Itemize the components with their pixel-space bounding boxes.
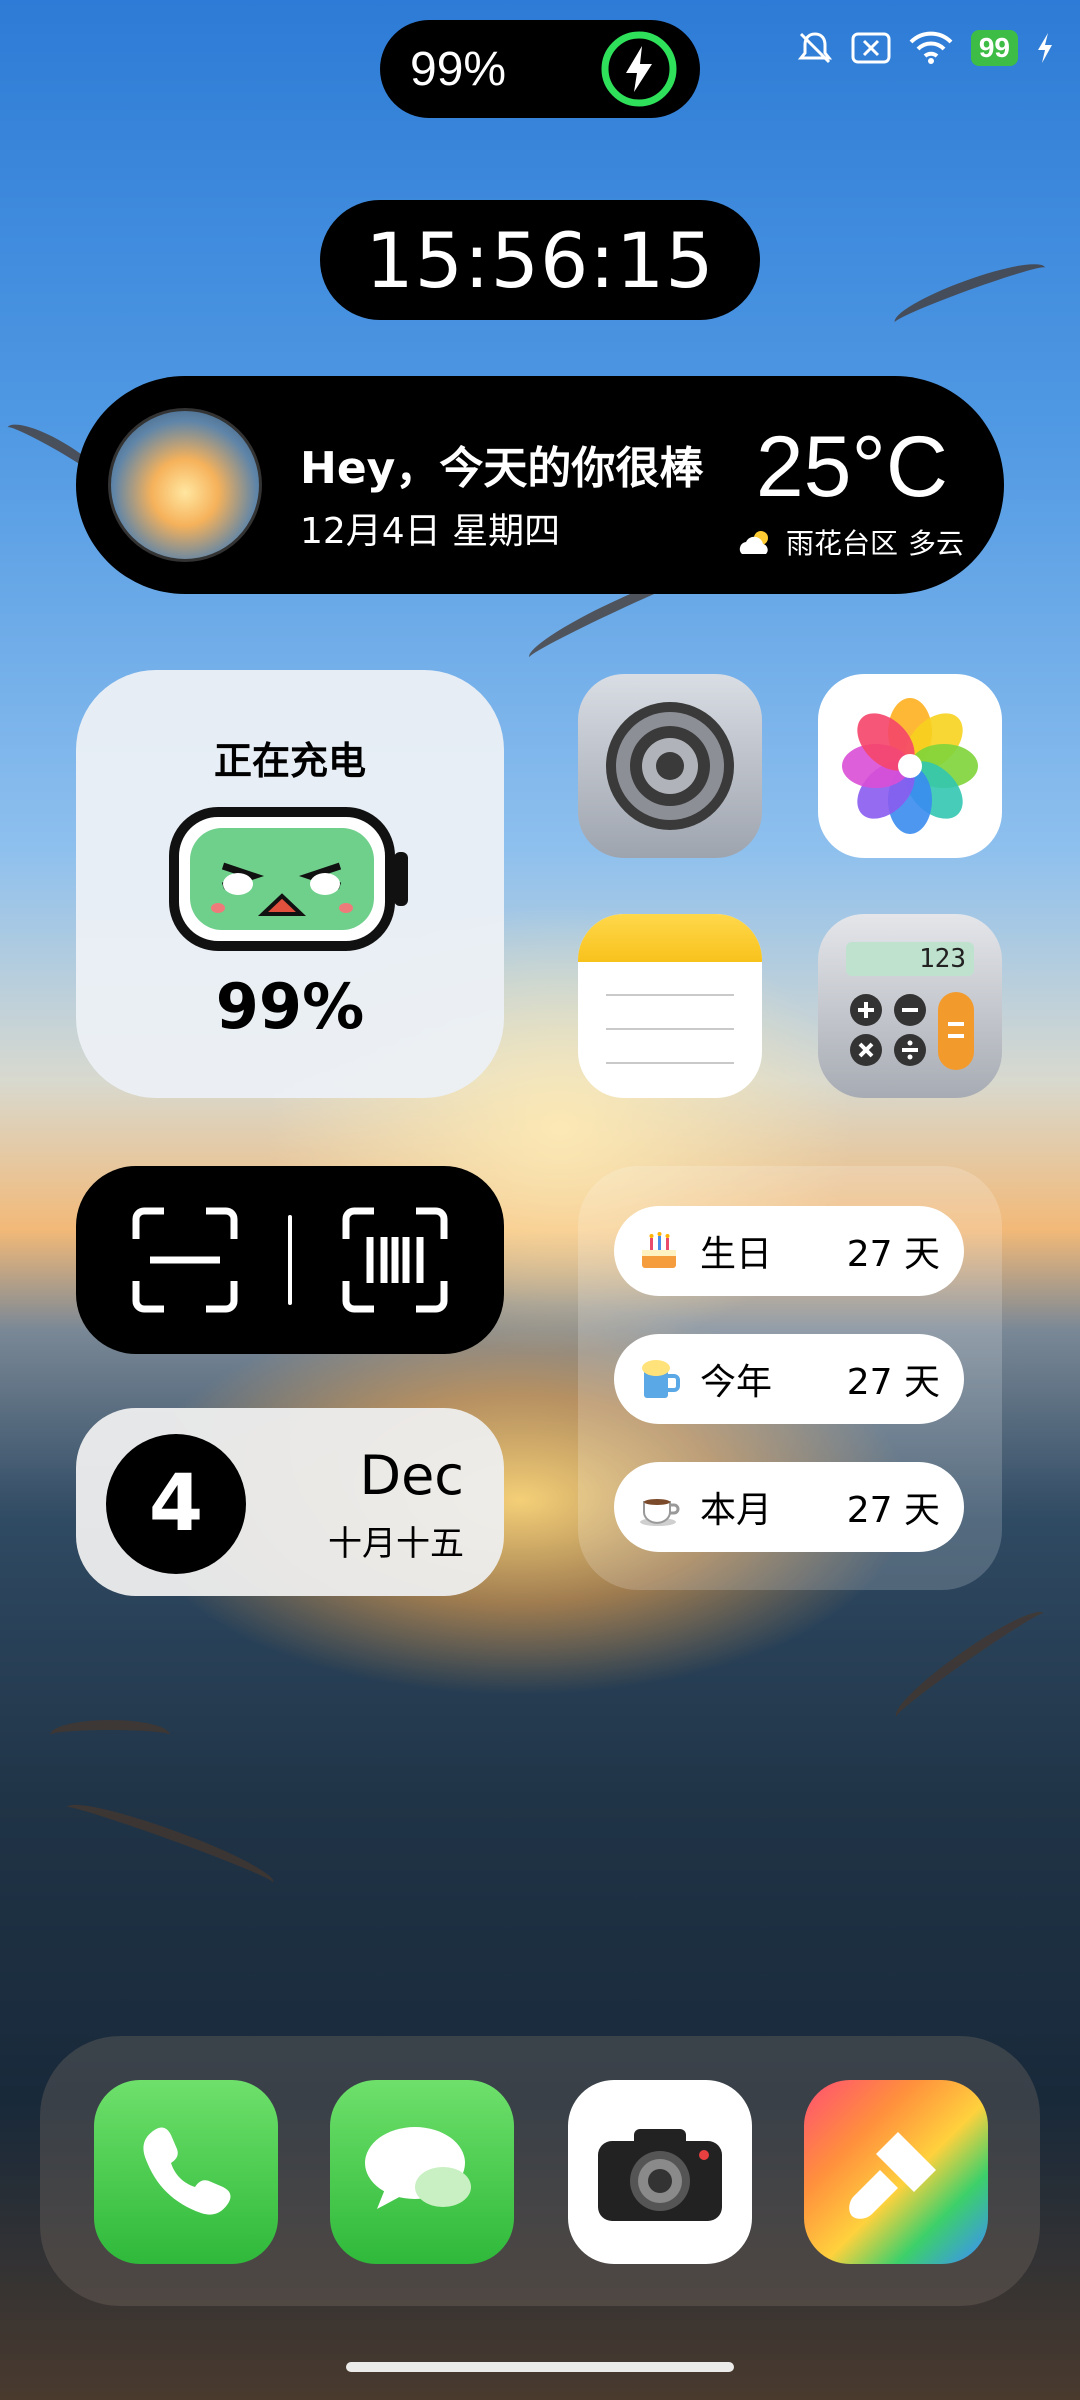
background-bird [61, 1793, 279, 1897]
notes-icon [578, 914, 762, 962]
settings-icon [606, 702, 734, 830]
charging-title: 正在充电 [213, 739, 366, 783]
weather-location: 雨花台区 [785, 527, 898, 560]
charging-bolt-icon [601, 31, 677, 107]
countdown-row[interactable]: 今年 27 天 [614, 1334, 964, 1424]
countdown-row[interactable]: 生日 27 天 [614, 1206, 964, 1296]
countdown-label: 本月 [700, 1490, 773, 1531]
photos-app[interactable] [818, 674, 1002, 858]
camera-icon [598, 2129, 722, 2221]
countdown-label: 今年 [700, 1362, 773, 1403]
battery-face-icon [169, 807, 408, 951]
calculator-icon [846, 942, 974, 1070]
charge-percent: 99% [410, 42, 507, 96]
cake-icon [642, 1232, 676, 1268]
battery-level-badge: 99 [970, 30, 1018, 66]
weather-condition: 多云 [907, 527, 964, 560]
calculator-display: 123 [919, 944, 966, 974]
phone-app[interactable] [94, 2080, 278, 2264]
scan-divider [288, 1215, 292, 1305]
countdown-value: 27 天 [846, 1490, 940, 1531]
day-number: 4 [106, 1434, 246, 1574]
notes-line [606, 994, 734, 996]
scan-widget[interactable] [76, 1166, 504, 1354]
date-widget[interactable]: 4 Dec 十月十五 [76, 1408, 504, 1596]
messages-icon [365, 2127, 471, 2209]
background-bird [887, 1601, 1053, 1729]
charging-widget[interactable]: 正在充电 99% [76, 670, 504, 1098]
home-indicator[interactable] [346, 2362, 734, 2372]
notes-line [606, 1062, 734, 1064]
messages-app[interactable] [330, 2080, 514, 2264]
barcode-icon[interactable] [340, 1205, 450, 1315]
wifi-icon [909, 31, 953, 64]
greeting-date: 12月4日 星期四 [300, 511, 561, 552]
notes-line [606, 1028, 734, 1030]
bell-muted-icon [797, 32, 832, 64]
background-bird [50, 1720, 170, 1750]
avatar [108, 408, 262, 562]
notes-app[interactable] [578, 914, 762, 1098]
calculator-app[interactable]: 123 [818, 914, 1002, 1098]
charging-percent: 99% [215, 970, 365, 1043]
status-icons: 99 [797, 30, 1054, 66]
camera-app[interactable] [568, 2080, 752, 2264]
countdown-value: 27 天 [846, 1362, 940, 1403]
countdown-value: 27 天 [846, 1234, 940, 1275]
no-sim-icon [851, 32, 891, 64]
partly-cloudy-icon [739, 531, 768, 554]
coffee-icon [640, 1499, 680, 1526]
weather-line: 雨花台区 多云 [736, 522, 964, 562]
month-label: Dec [359, 1444, 465, 1507]
clock-pill[interactable]: 15:56:15 [320, 200, 760, 320]
clock-time: 15:56:15 [365, 215, 715, 305]
dock [40, 2036, 1040, 2306]
charging-bolt-small-icon [1038, 33, 1052, 63]
paint-brush-icon [849, 2132, 936, 2219]
countdown-widget[interactable]: 生日 27 天 今年 27 天 本月 27 天 [578, 1166, 1002, 1590]
phone-icon [143, 2127, 231, 2215]
countdown-label: 生日 [700, 1234, 773, 1275]
paint-app[interactable] [804, 2080, 988, 2264]
lunar-date: 十月十五 [328, 1524, 464, 1564]
settings-app[interactable] [578, 674, 762, 858]
background-wallpaper [889, 253, 1051, 337]
photos-icon [842, 698, 978, 834]
temperature: 25°C [755, 419, 948, 515]
countdown-row[interactable]: 本月 27 天 [614, 1462, 964, 1552]
charging-indicator-pill: 99% [380, 20, 700, 118]
greeting-title: Hey，今天的你很棒 [300, 443, 704, 494]
beer-icon [642, 1360, 680, 1398]
greeting-weather-widget[interactable]: Hey，今天的你很棒 12月4日 星期四 25°C 雨花台区 多云 [76, 376, 1004, 594]
scan-icon[interactable] [130, 1205, 240, 1315]
